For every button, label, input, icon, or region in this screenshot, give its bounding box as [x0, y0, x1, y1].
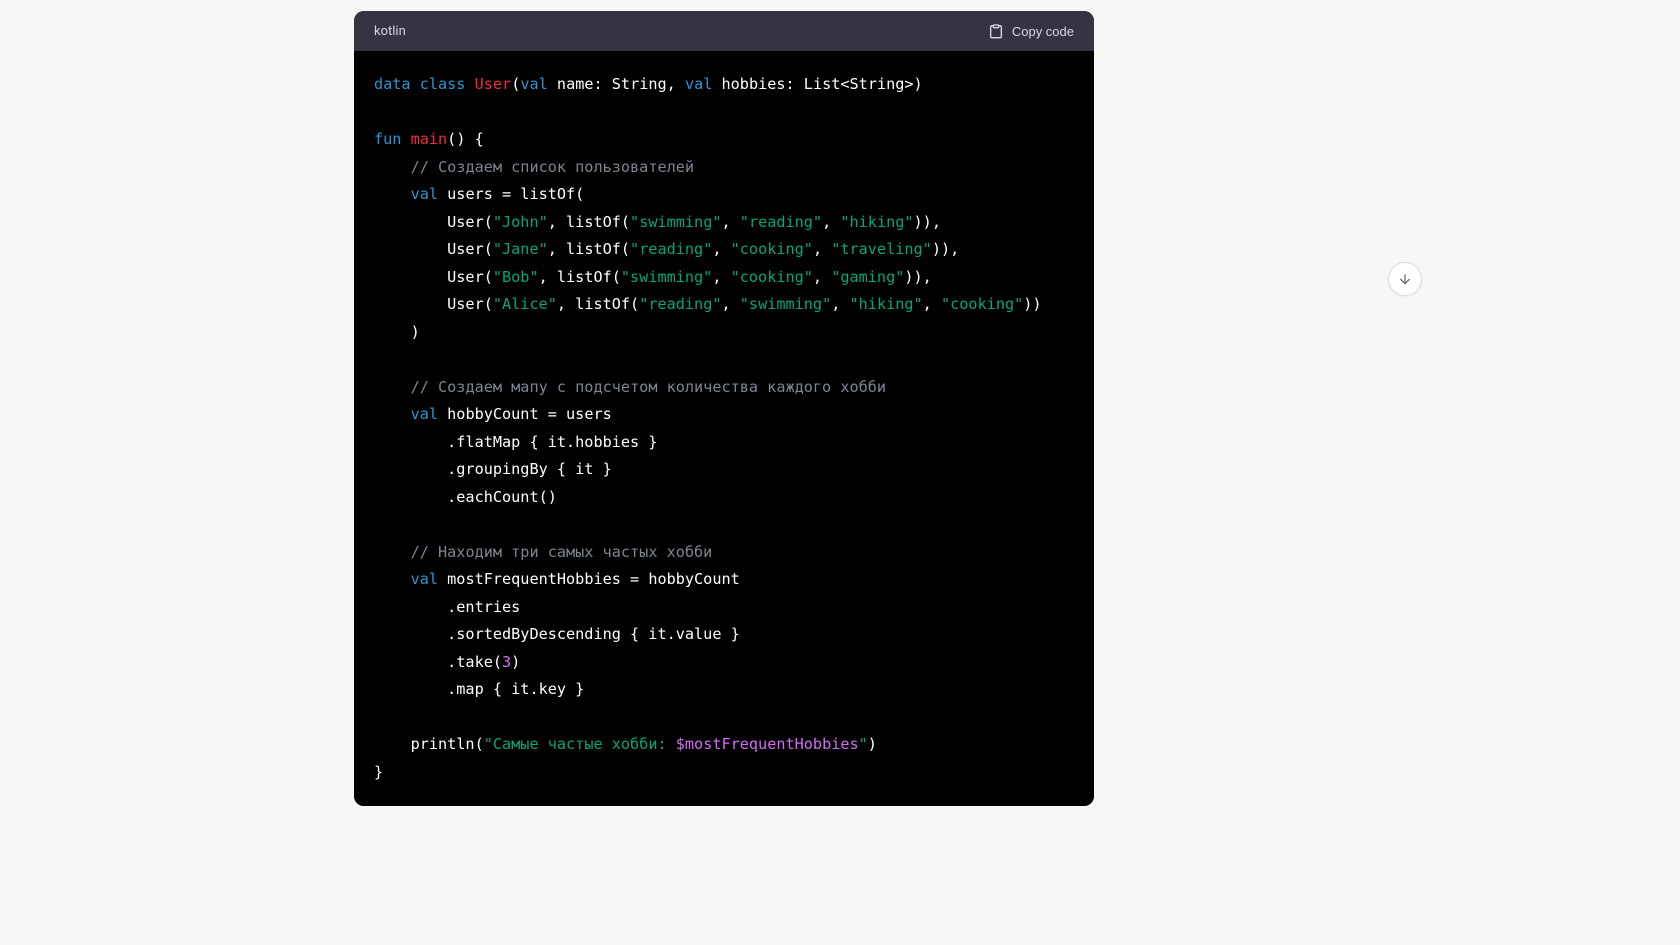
- code-header: kotlin Copy code: [354, 11, 1094, 51]
- scroll-down-button[interactable]: [1388, 262, 1422, 296]
- code-block: kotlin Copy code data class User(val nam…: [354, 11, 1094, 806]
- copy-code-label: Copy code: [1012, 24, 1074, 39]
- clipboard-icon: [988, 23, 1004, 39]
- arrow-down-icon: [1397, 271, 1413, 287]
- copy-code-button[interactable]: Copy code: [988, 23, 1074, 39]
- code-body[interactable]: data class User(val name: String, val ho…: [354, 51, 1094, 806]
- language-label: kotlin: [374, 24, 406, 39]
- code-content: data class User(val name: String, val ho…: [374, 71, 1074, 786]
